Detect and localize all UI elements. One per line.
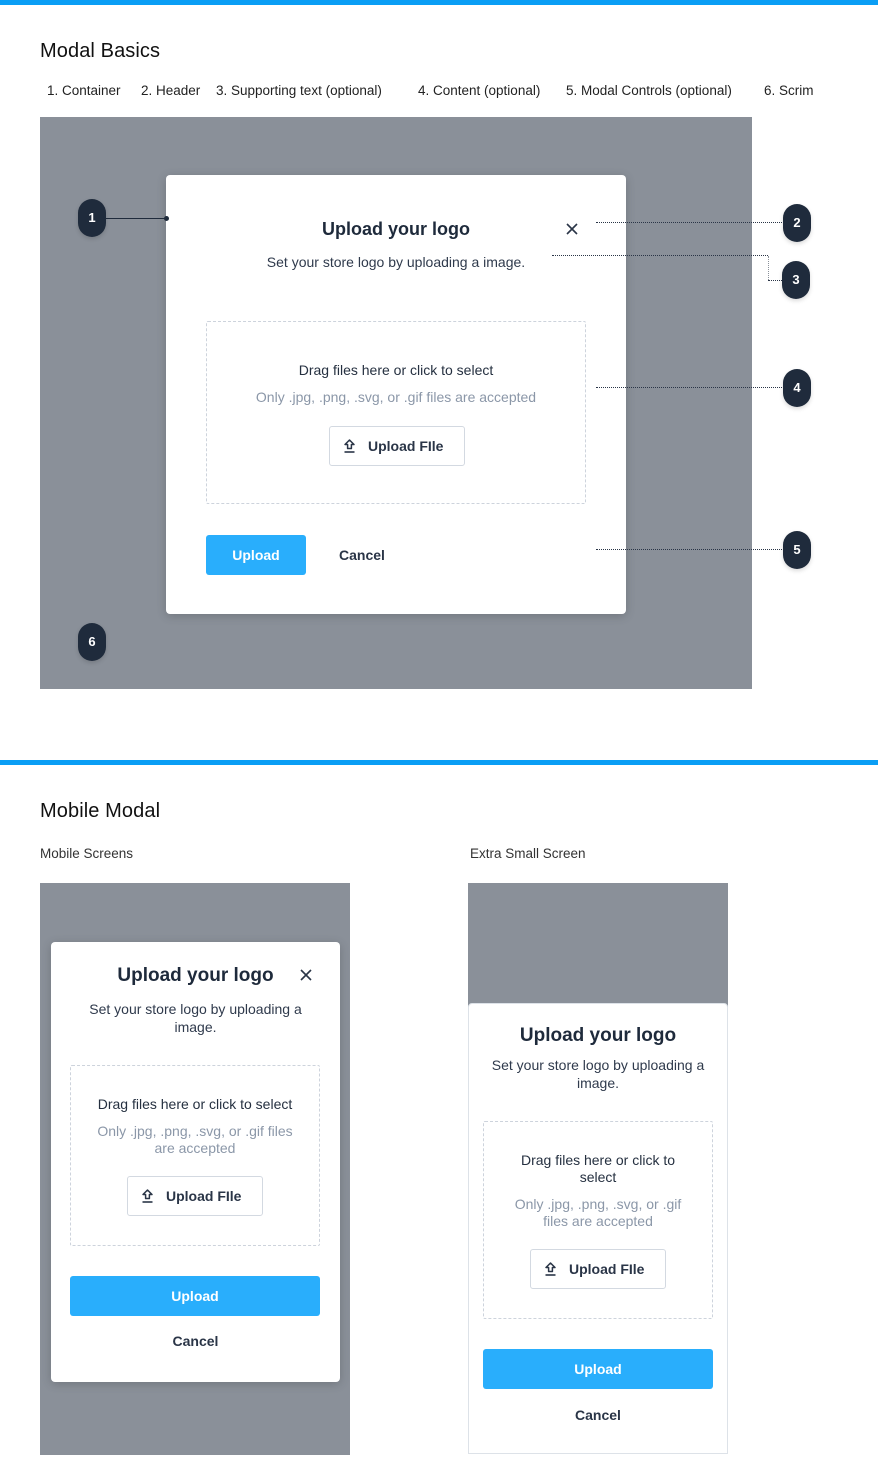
legend-item-modal-controls: 5. Modal Controls (optional): [566, 83, 732, 98]
legend-item-supporting-text: 3. Supporting text (optional): [216, 83, 382, 98]
mobile-modal-container: Upload your logo Set your store logo by …: [51, 942, 340, 1382]
upload-arrow-icon: [545, 1262, 556, 1276]
dropzone-hint: Only .jpg, .png, .svg, or .gif files are…: [255, 389, 537, 405]
xs-upload-button[interactable]: Upload: [483, 1349, 713, 1389]
annotation-badge-2: 2: [783, 204, 811, 242]
anatomy-legend: 1. Container 2. Header 3. Supporting tex…: [0, 83, 878, 101]
xs-upload-file-button[interactable]: Upload FIle: [530, 1249, 666, 1289]
xs-dropzone-hint: Only .jpg, .png, .svg, or .gif files are…: [514, 1196, 682, 1229]
section-title-mobile-modal: Mobile Modal: [40, 800, 161, 822]
mobile-cancel-button[interactable]: Cancel: [51, 1333, 340, 1349]
section-title-modal-basics: Modal Basics: [40, 40, 161, 62]
label-extra-small-screen: Extra Small Screen: [470, 846, 586, 861]
file-dropzone[interactable]: Drag files here or click to select Only …: [206, 321, 586, 504]
connector-line-1: [106, 218, 166, 219]
connector-line-5: [596, 549, 782, 550]
connector-line-4: [596, 387, 782, 388]
annotation-badge-6: 6: [78, 623, 106, 661]
legend-item-scrim: 6. Scrim: [764, 83, 814, 98]
modal-title: Upload your logo: [322, 219, 470, 239]
annotation-badge-1: 1: [78, 199, 106, 237]
section-divider-bar: [0, 0, 878, 5]
upload-file-label: Upload FIle: [569, 1261, 645, 1277]
xs-dropzone-instruction: Drag files here or click to select: [520, 1152, 676, 1185]
upload-arrow-icon: [142, 1189, 153, 1203]
mobile-modal-supporting-text: Set your store logo by uploading a image…: [89, 1001, 302, 1035]
upload-arrow-icon: [344, 439, 355, 453]
upload-file-button[interactable]: Upload FIle: [329, 426, 465, 466]
mobile-dropzone-instruction: Drag files here or click to select: [97, 1096, 293, 1112]
mobile-dropzone-hint: Only .jpg, .png, .svg, or .gif files are…: [97, 1123, 293, 1156]
connector-line-3-vertical: [768, 256, 769, 280]
close-icon: [566, 223, 578, 235]
mobile-file-dropzone[interactable]: Drag files here or click to select Only …: [70, 1065, 320, 1246]
annotation-badge-3: 3: [782, 261, 810, 299]
legend-item-container: 1. Container: [47, 83, 121, 98]
legend-item-content: 4. Content (optional): [418, 83, 541, 98]
xs-cancel-button[interactable]: Cancel: [469, 1407, 727, 1423]
mobile-close-button[interactable]: [298, 967, 314, 983]
connector-dot-1: [164, 216, 169, 221]
upload-file-label: Upload FIle: [368, 438, 444, 454]
upload-button[interactable]: Upload: [206, 535, 306, 575]
xs-scrim[interactable]: [468, 883, 728, 1013]
upload-file-label: Upload FIle: [166, 1188, 242, 1204]
mobile-modal-title: Upload your logo: [117, 965, 274, 986]
annotation-badge-4: 4: [783, 369, 811, 407]
dropzone-instruction: Drag files here or click to select: [298, 362, 494, 378]
xs-modal-title: Upload your logo: [519, 1025, 677, 1046]
mobile-upload-button[interactable]: Upload: [70, 1276, 320, 1316]
xs-modal-supporting-text: Set your store logo by uploading a image…: [491, 1057, 705, 1091]
close-icon: [300, 969, 312, 981]
mobile-upload-file-button[interactable]: Upload FIle: [127, 1176, 263, 1216]
modal-container: Upload your logo Set your store logo by …: [166, 175, 626, 614]
annotation-badge-5: 5: [783, 531, 811, 569]
connector-line-3-end: [768, 280, 782, 281]
xs-modal-container: Upload your logo Set your store logo by …: [468, 1003, 728, 1454]
legend-item-header: 2. Header: [141, 83, 201, 98]
section-divider-bar: [0, 760, 878, 765]
cancel-button[interactable]: Cancel: [339, 547, 385, 563]
close-button[interactable]: [564, 221, 580, 237]
connector-line-3: [552, 255, 768, 256]
xs-file-dropzone[interactable]: Drag files here or click to select Only …: [483, 1121, 713, 1319]
connector-line-2: [596, 222, 782, 223]
label-mobile-screens: Mobile Screens: [40, 846, 134, 861]
